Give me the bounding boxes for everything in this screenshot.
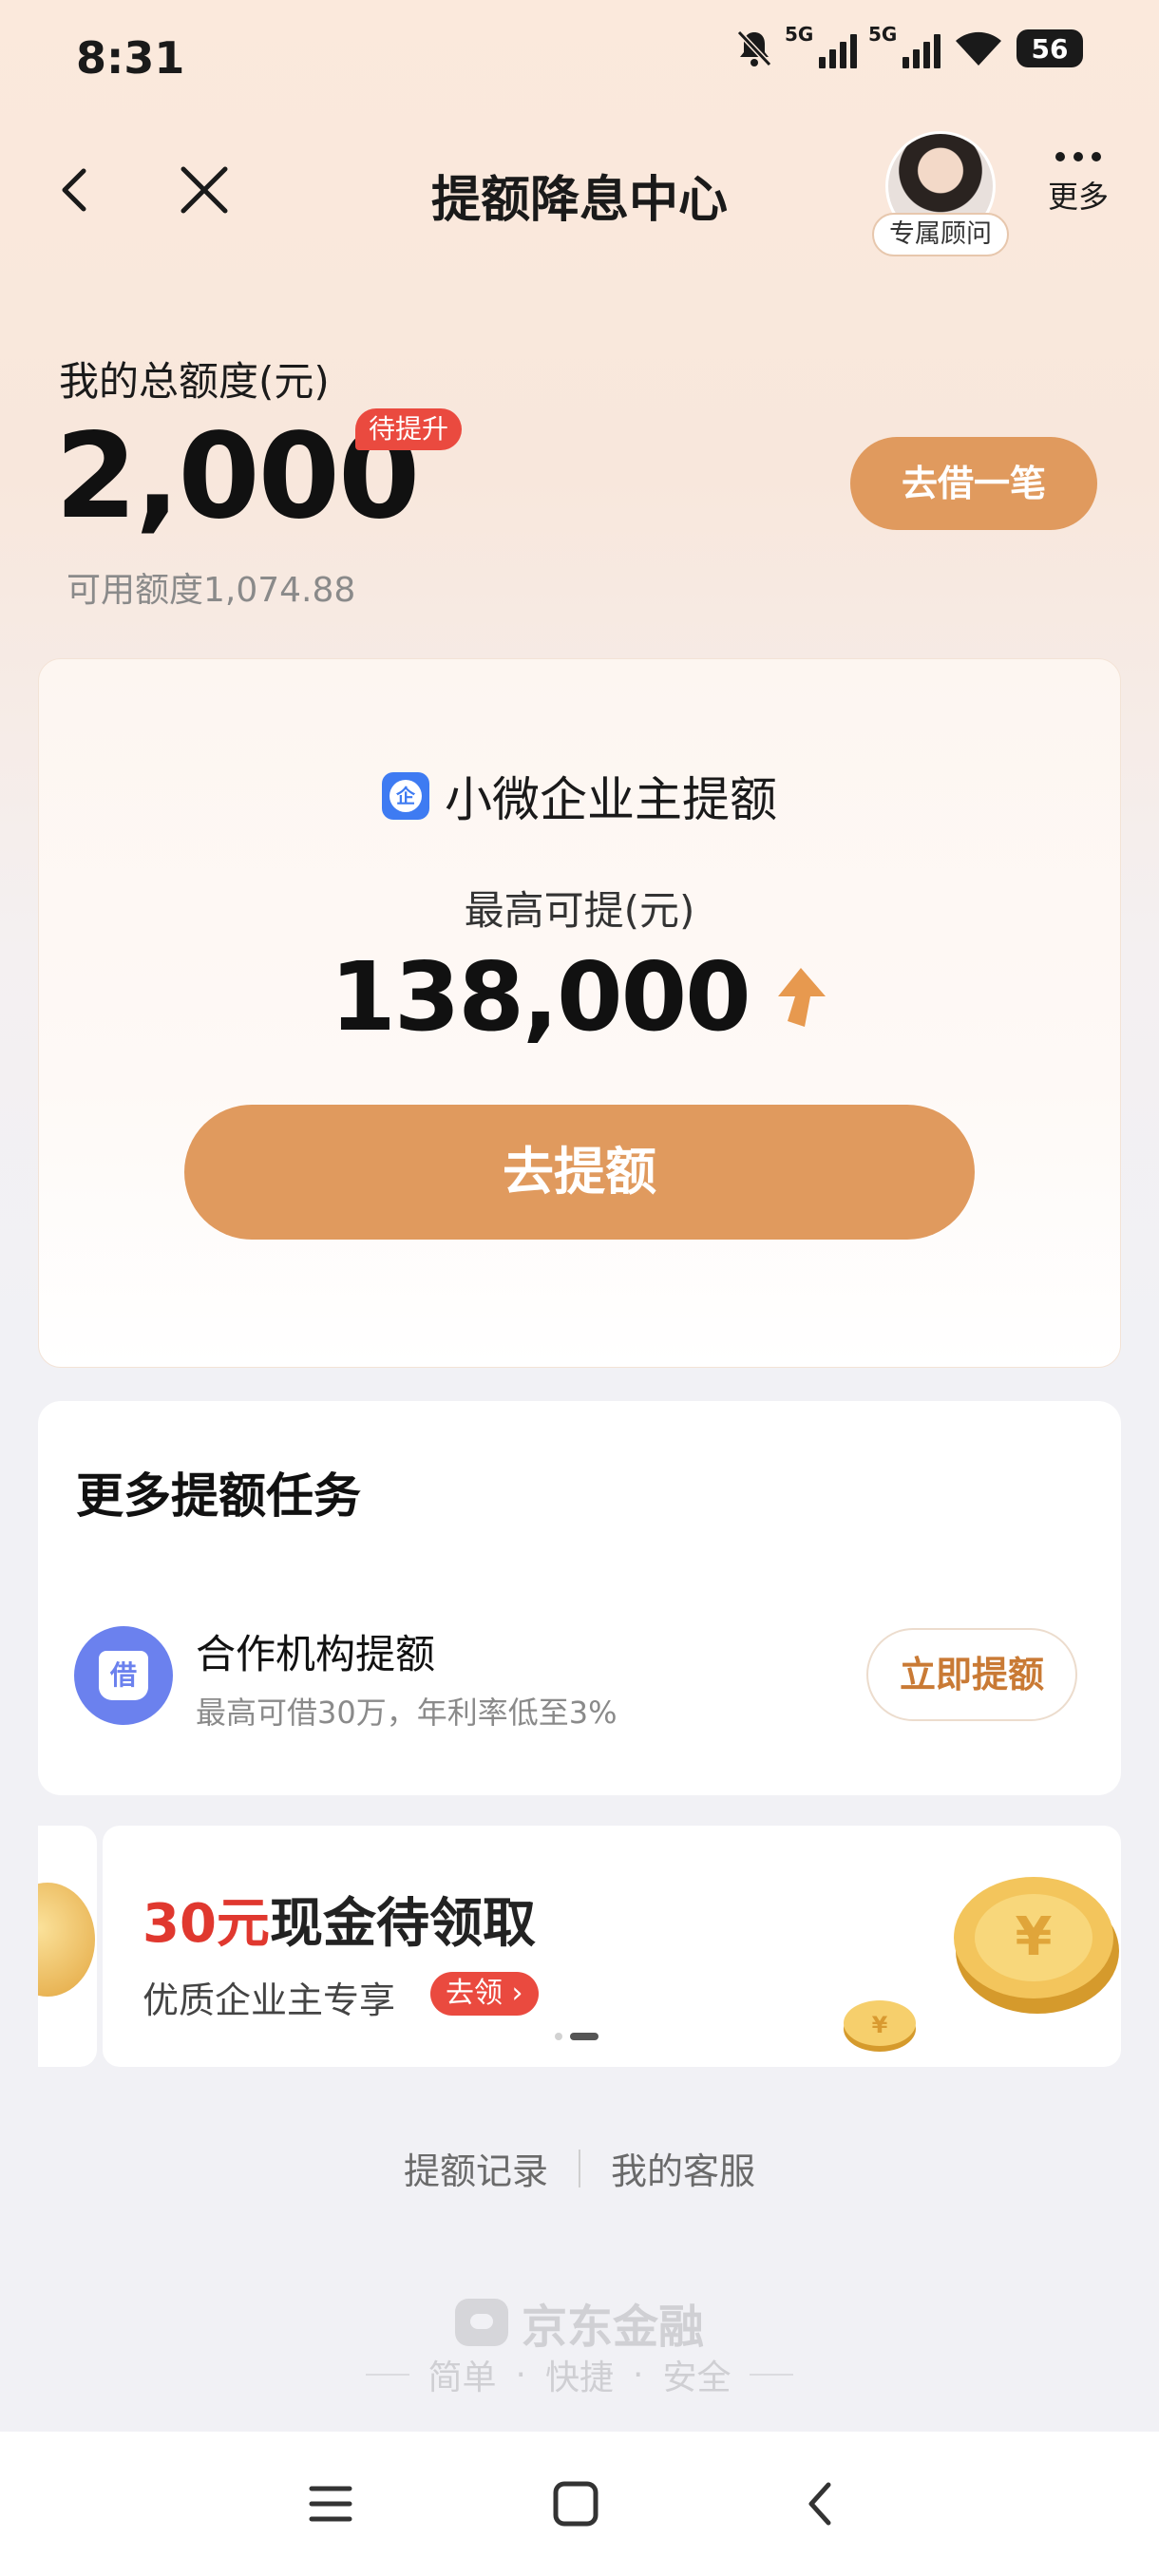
carousel-dots [555,2033,598,2040]
borrow-button[interactable]: 去借一笔 [850,437,1097,530]
status-icons: 5G 5G 56 [735,23,1083,68]
task-raise-button[interactable]: 立即提额 [866,1628,1077,1721]
max-raise-amount: 138,000 [330,941,750,1052]
more-label: 更多 [1047,179,1109,215]
customer-service-link[interactable]: 我的客服 [611,2142,755,2194]
slogan-divider [365,2374,409,2376]
brand-footer: 京东金融 [0,2289,1159,2356]
total-quota-label: 我的总额度(元) [59,358,330,405]
advisor-button[interactable]: 专属顾问 [872,131,1015,256]
footer-links: 提额记录 我的客服 [0,2142,1159,2194]
banner-prev-slide[interactable] [38,1826,97,2067]
task-name: 合作机构提额 [196,1631,436,1677]
banner-title: 30元现金待领取 [142,1893,536,1955]
raise-records-link[interactable]: 提额记录 [404,2142,548,2194]
svg-text:¥: ¥ [1016,1906,1053,1968]
wifi-icon [956,31,1001,66]
mute-bell-icon [736,29,772,67]
promo-title: 小微企业主提额 [445,772,777,827]
status-time: 8:31 [76,32,185,84]
claim-button[interactable]: 去领 › [430,1972,539,2016]
promo-amount-row: 138,000 [0,950,1159,1045]
raise-limit-button[interactable]: 去提额 [184,1105,975,1240]
partner-icon: 借 [74,1626,173,1725]
carousel-dot-active [570,2033,598,2040]
more-dots-icon [1043,152,1113,161]
coin-icon [38,1883,95,1997]
arrow-up-icon [777,968,826,1027]
carousel-dot [555,2033,562,2040]
banner-subtitle: 优质企业主专享 [142,1979,396,2021]
brand-slogan: 简单 · 快捷 · 安全 [0,2350,1159,2399]
task-desc: 最高可借30万，年利率低至3% [196,1695,618,1731]
gold-coin-icon: ¥ [954,1877,1119,2014]
slogan-divider [750,2374,794,2376]
promo-title-row: 企 小微企业主提额 [0,762,1159,830]
advisor-label: 专属顾问 [872,213,1009,256]
svg-text:¥: ¥ [872,2012,888,2038]
signal-icon: 5G [785,23,857,68]
small-coin-icon: ¥ [844,2000,916,2052]
brand-name: 京东金融 [521,2301,704,2354]
promo-subtitle: 最高可提(元) [464,887,695,934]
network-type: 5G [785,23,814,46]
battery-icon: 56 [1016,29,1083,67]
tasks-title: 更多提额任务 [76,1468,361,1524]
home-icon[interactable] [547,2475,604,2532]
more-button[interactable]: 更多 [1043,152,1113,217]
pending-raise-badge: 待提升 [355,408,463,450]
network-type: 5G [868,23,898,46]
footer-divider [579,2149,580,2188]
available-quota: 可用额度1,074.88 [66,571,356,610]
signal-icon: 5G [868,23,940,68]
system-back-icon[interactable] [792,2475,849,2532]
menu-icon[interactable] [302,2475,359,2532]
enterprise-icon: 企 [382,772,429,820]
brand-logo-icon [454,2299,508,2346]
